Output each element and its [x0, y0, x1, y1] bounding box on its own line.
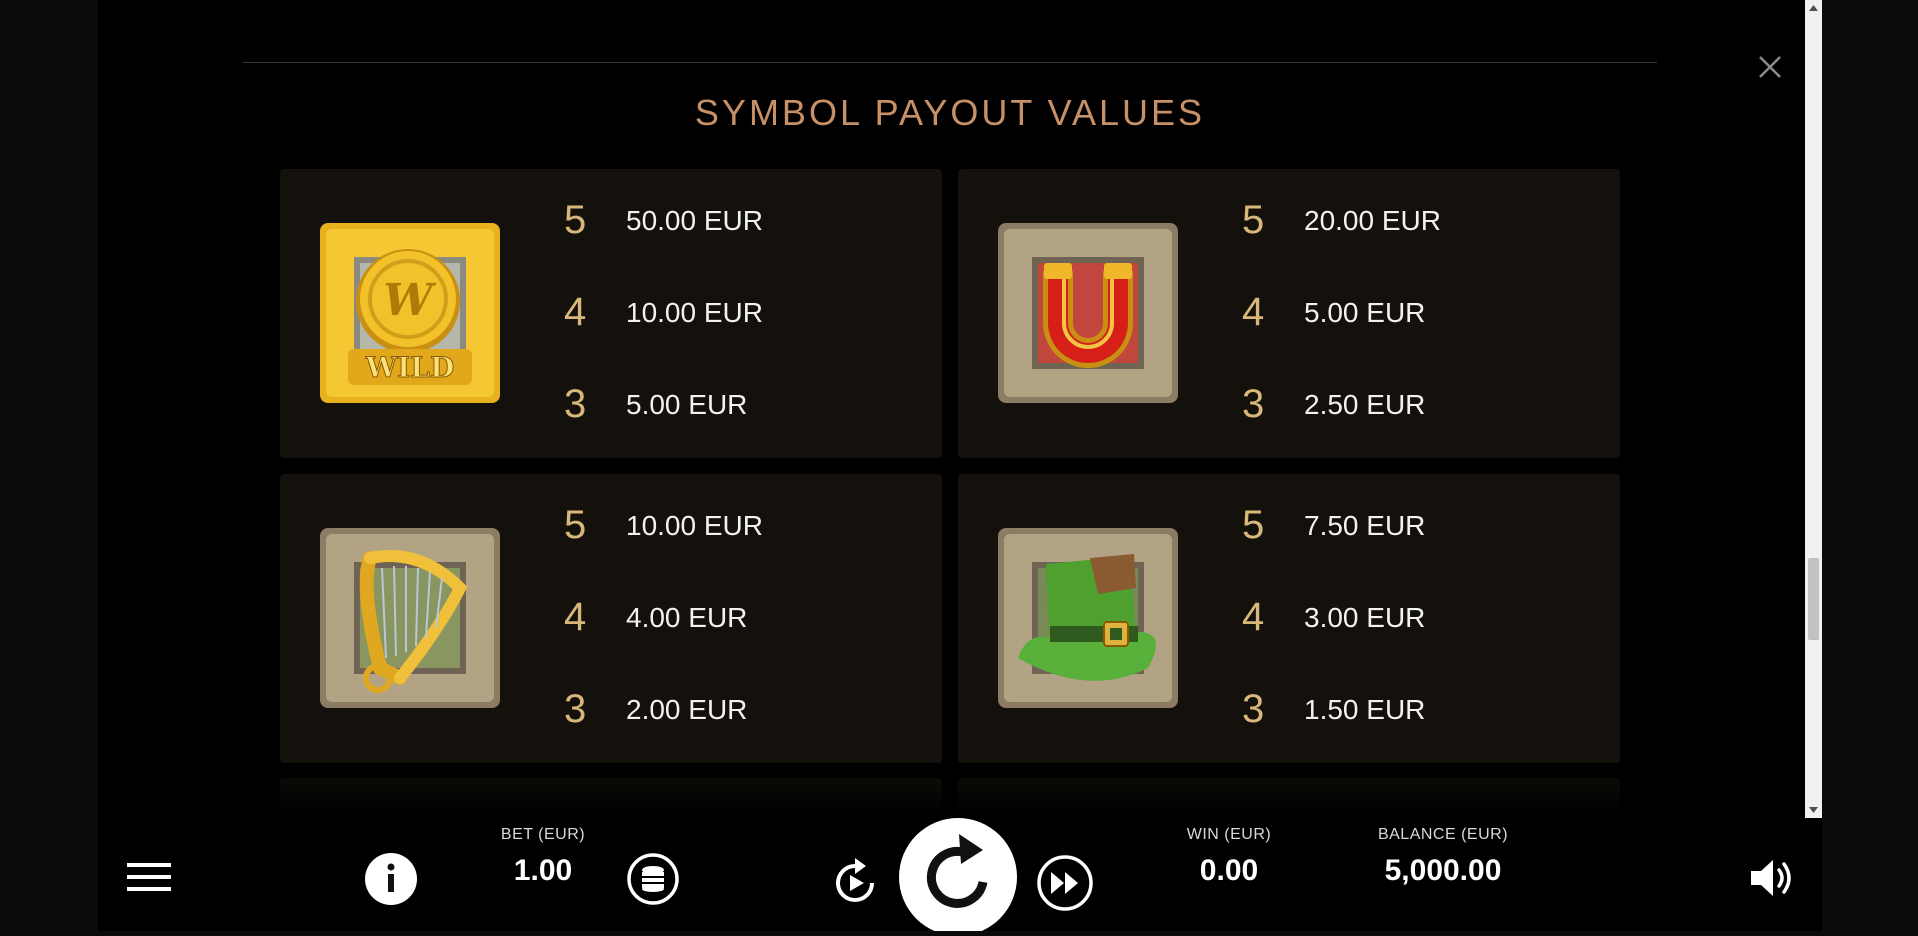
symbol-count: 4 — [1242, 595, 1265, 639]
win-label: WIN (EUR) — [1186, 826, 1272, 843]
scrollbar[interactable] — [1805, 0, 1822, 818]
payout-row: 3 5.00 EUR — [564, 384, 904, 424]
payout-value: 4.00 EUR — [626, 602, 748, 633]
symbol-count: 5 — [1242, 503, 1265, 547]
payout-row: 3 2.50 EUR — [1242, 384, 1582, 424]
payout-row: 4 3.00 EUR — [1242, 597, 1582, 637]
green-hat-icon — [998, 528, 1178, 708]
payout-value: 3.00 EUR — [1304, 602, 1426, 633]
balance-label: BALANCE (EUR) — [1377, 826, 1509, 843]
paytable-panel: SYMBOL PAYOUT VALUES W WILD 5 50.00 EUR … — [98, 0, 1822, 818]
payout-value: 5.00 EUR — [1304, 297, 1426, 328]
payout-row: 5 20.00 EUR — [1242, 200, 1582, 240]
svg-text:W: W — [383, 275, 437, 326]
horseshoe-icon — [998, 223, 1178, 403]
symbol-count: 3 — [564, 687, 587, 731]
payout-value: 5.00 EUR — [626, 389, 748, 420]
symbol-count: 5 — [564, 503, 587, 547]
payout-value: 2.50 EUR — [1304, 389, 1426, 420]
payout-row: 3 1.50 EUR — [1242, 689, 1582, 729]
payout-value: 1.50 EUR — [1304, 694, 1426, 725]
fast-forward-icon — [1037, 855, 1093, 911]
symbol-card-wild: W WILD 5 50.00 EUR 4 10.00 EUR 3 5.00 EU… — [280, 169, 942, 458]
bet-label: BET (EUR) — [500, 826, 586, 843]
payout-row: 4 4.00 EUR — [564, 597, 904, 637]
symbol-card-harp: 5 10.00 EUR 4 4.00 EUR 3 2.00 EUR — [280, 474, 942, 763]
scroll-thumb[interactable] — [1808, 558, 1819, 640]
info-button[interactable] — [364, 852, 418, 906]
menu-button[interactable] — [127, 860, 171, 894]
hamburger-menu-icon — [127, 863, 171, 891]
symbol-count: 4 — [564, 290, 587, 334]
top-divider — [243, 62, 1657, 63]
autoplay-icon — [836, 858, 874, 902]
harp-icon — [320, 528, 500, 708]
close-icon — [1759, 56, 1781, 78]
payout-row: 5 50.00 EUR — [564, 200, 904, 240]
bet-settings-button[interactable] — [626, 852, 680, 906]
payout-row: 5 10.00 EUR — [564, 505, 904, 545]
scroll-fade — [98, 760, 1802, 818]
svg-text:WILD: WILD — [365, 351, 455, 384]
payout-row: 4 5.00 EUR — [1242, 292, 1582, 332]
balance-value: 5,000.00 — [1384, 854, 1502, 887]
wild-coin-icon: W WILD — [320, 223, 500, 403]
win-value: 0.00 — [1199, 854, 1259, 887]
scroll-down-arrow-icon[interactable] — [1808, 805, 1819, 815]
payout-value: 20.00 EUR — [1304, 205, 1441, 236]
symbol-count: 5 — [1242, 198, 1265, 242]
symbol-count: 4 — [564, 595, 587, 639]
symbol-count: 3 — [564, 382, 587, 426]
symbol-count: 4 — [1242, 290, 1265, 334]
payout-value: 7.50 EUR — [1304, 510, 1426, 541]
section-title: SYMBOL PAYOUT VALUES — [694, 92, 1206, 133]
symbol-card-horseshoe: 5 20.00 EUR 4 5.00 EUR 3 2.50 EUR — [958, 169, 1620, 458]
symbol-card-hat: 5 7.50 EUR 4 3.00 EUR 3 1.50 EUR — [958, 474, 1620, 763]
symbol-count: 3 — [1242, 382, 1265, 426]
spin-button[interactable] — [899, 818, 1017, 936]
close-button[interactable] — [1755, 52, 1785, 82]
autoplay-button[interactable] — [828, 856, 882, 910]
info-icon — [365, 853, 417, 905]
payout-row: 3 2.00 EUR — [564, 689, 904, 729]
bet-value: 1.00 — [513, 854, 573, 887]
speaker-icon — [1751, 860, 1791, 896]
payout-value: 10.00 EUR — [626, 297, 763, 328]
coin-stack-icon — [627, 853, 679, 905]
payout-value: 2.00 EUR — [626, 694, 748, 725]
scroll-up-arrow-icon[interactable] — [1808, 3, 1819, 13]
left-gutter — [0, 0, 98, 931]
payout-value: 10.00 EUR — [626, 510, 763, 541]
control-bar: BET (EUR) 1.00 WIN (EUR) 0.00 BALANCE (E… — [98, 818, 1822, 936]
sound-button[interactable] — [1749, 856, 1795, 900]
symbol-count: 3 — [1242, 687, 1265, 731]
payout-row: 4 10.00 EUR — [564, 292, 904, 332]
payout-row: 5 7.50 EUR — [1242, 505, 1582, 545]
symbol-count: 5 — [564, 198, 587, 242]
payout-value: 50.00 EUR — [626, 205, 763, 236]
turbo-button[interactable] — [1036, 854, 1094, 912]
spin-icon — [899, 818, 1017, 936]
right-gutter — [1822, 0, 1918, 931]
game-frame: SYMBOL PAYOUT VALUES W WILD 5 50.00 EUR … — [98, 0, 1822, 936]
